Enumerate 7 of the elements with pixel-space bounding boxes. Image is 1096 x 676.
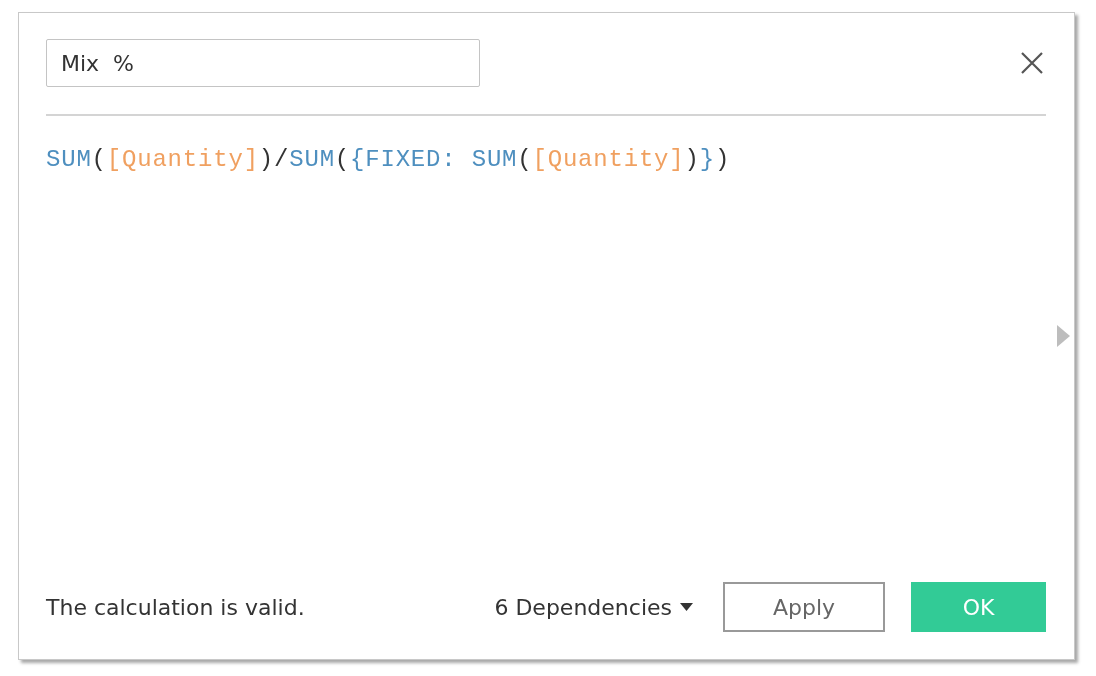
apply-button[interactable]: Apply bbox=[723, 582, 885, 632]
validation-status: The calculation is valid. bbox=[46, 594, 306, 620]
close-icon[interactable] bbox=[1020, 51, 1044, 75]
name-field[interactable]: Mix % bbox=[46, 39, 480, 87]
formula-text[interactable]: SUM([Quantity])/SUM({FIXED: SUM([Quantity])}) bbox=[46, 146, 731, 173]
caret-icon bbox=[680, 603, 693, 611]
dependencies-dropdown[interactable]: 6 Dependencies bbox=[494, 594, 693, 620]
